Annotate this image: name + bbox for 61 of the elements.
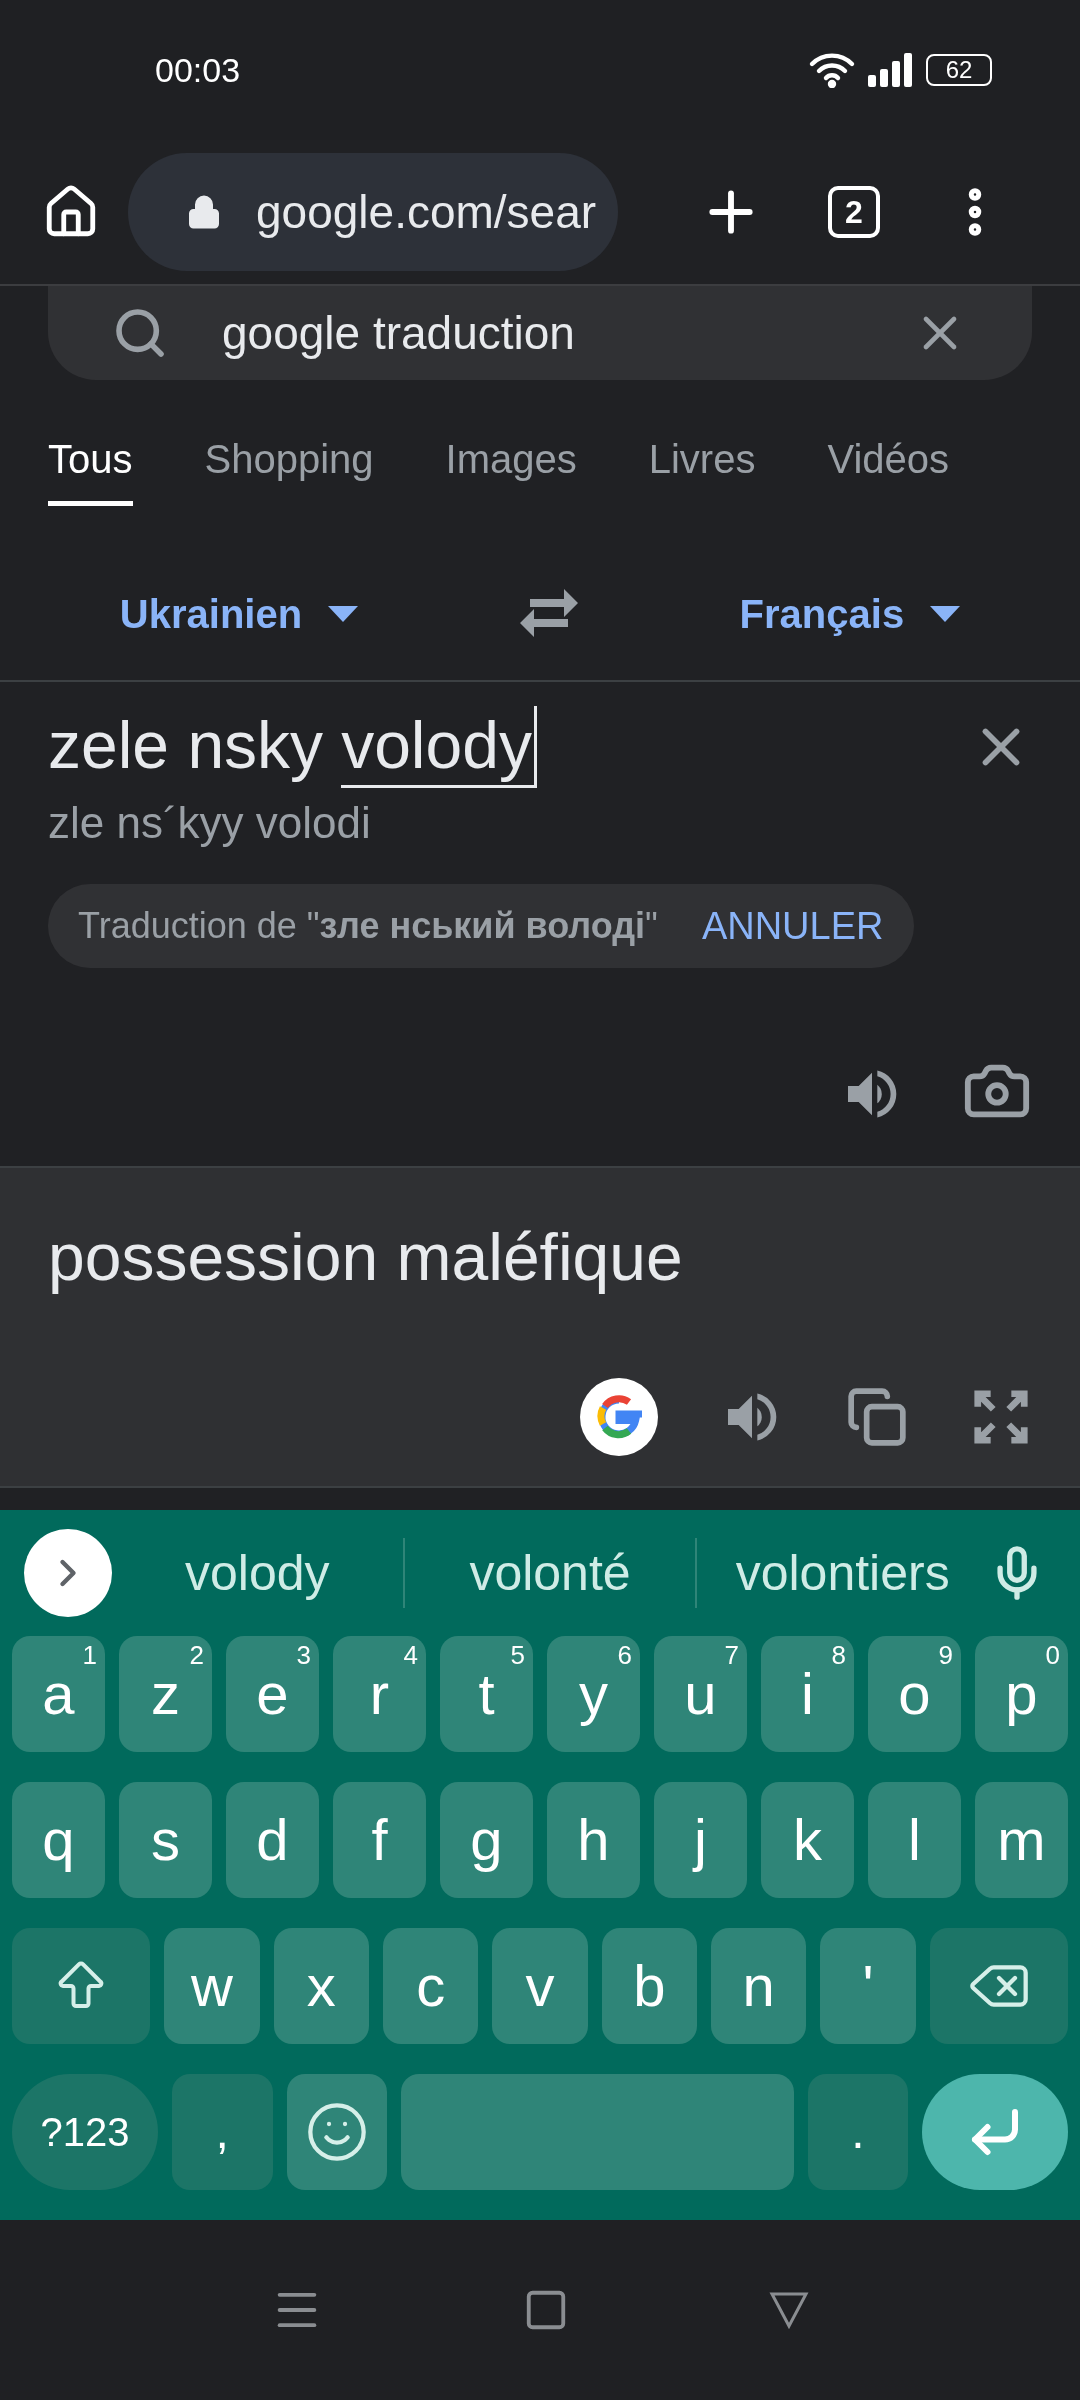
- search-tab[interactable]: Shopping: [204, 416, 374, 506]
- keyboard-key[interactable]: x: [273, 1928, 369, 2044]
- keyboard-key[interactable]: r 4: [333, 1636, 426, 1752]
- emoji-key[interactable]: [286, 2074, 388, 2190]
- keyboard-key[interactable]: m: [975, 1782, 1068, 1898]
- translated-text: possession maléfique: [48, 1219, 684, 1296]
- search-tab[interactable]: Images: [445, 416, 577, 506]
- signal-icon: [868, 53, 914, 87]
- detected-text: Traduction de "зле нський володі": [78, 904, 658, 949]
- search-tab[interactable]: Vidéos: [827, 416, 949, 506]
- back-icon[interactable]: [769, 2290, 809, 2330]
- status-time: 00:03: [155, 49, 241, 91]
- keyboard-key[interactable]: j: [654, 1782, 747, 1898]
- keyboard-key[interactable]: d: [226, 1782, 319, 1898]
- keyboard-key[interactable]: z 2: [119, 1636, 212, 1752]
- source-text-field[interactable]: zele nsky volody: [48, 706, 537, 789]
- battery-indicator: 62: [926, 54, 992, 86]
- tab-count-button[interactable]: 2: [828, 186, 880, 238]
- caret-icon: [328, 606, 359, 622]
- source-language-dropdown[interactable]: Ukrainien: [119, 584, 359, 644]
- transliteration-text: zle ns´kyy volodi: [48, 797, 372, 850]
- keyboard-key[interactable]: v: [492, 1928, 588, 2044]
- keyboard-key[interactable]: t 5: [440, 1636, 533, 1752]
- keyboard-key[interactable]: h: [547, 1782, 640, 1898]
- keyboard-key[interactable]: a 1: [12, 1636, 105, 1752]
- google-logo-icon[interactable]: [580, 1377, 658, 1456]
- keyboard-key[interactable]: u 7: [654, 1636, 747, 1752]
- keyboard-key[interactable]: g: [440, 1782, 533, 1898]
- backspace-key[interactable]: [929, 1928, 1069, 2044]
- keyboard-key[interactable]: n: [711, 1928, 807, 2044]
- keyboard-key[interactable]: y 6: [547, 1636, 640, 1752]
- symbols-key[interactable]: ?123: [12, 2074, 158, 2190]
- shift-key[interactable]: [12, 1928, 151, 2044]
- keyboard-key[interactable]: s: [119, 1782, 212, 1898]
- cancel-link[interactable]: ANNULER: [701, 897, 884, 955]
- keyboard-key[interactable]: b: [601, 1928, 698, 2044]
- keyboard-key[interactable]: q: [12, 1782, 105, 1898]
- keyboard-key[interactable]: e 3: [226, 1636, 319, 1752]
- target-language-dropdown[interactable]: Français: [739, 584, 961, 644]
- search-tab[interactable]: Livres: [648, 416, 756, 506]
- keyboard-key[interactable]: l: [868, 1782, 961, 1898]
- url-bar[interactable]: google.com/sear: [128, 153, 618, 271]
- suggestion-chip[interactable]: volontiers: [697, 1535, 988, 1611]
- keyboard-key[interactable]: w: [164, 1928, 260, 2044]
- keyboard-key[interactable]: ': [820, 1928, 916, 2044]
- keyboard-key[interactable]: ,: [171, 2074, 273, 2190]
- caret-icon: [930, 606, 961, 622]
- keyboard-key[interactable]: i 8: [761, 1636, 854, 1752]
- keyboard-key[interactable]: k: [761, 1782, 854, 1898]
- copy-icon[interactable]: [846, 1385, 908, 1448]
- suggestion-chip[interactable]: volonté: [404, 1535, 696, 1611]
- search-tab[interactable]: Tous: [48, 416, 133, 506]
- keyboard-key[interactable]: o 9: [868, 1636, 961, 1752]
- keyboard-key[interactable]: p 0: [975, 1636, 1068, 1752]
- suggestion-chip[interactable]: volody: [112, 1535, 403, 1611]
- keyboard-key[interactable]: .: [807, 2074, 909, 2190]
- keyboard-key[interactable]: c: [383, 1928, 479, 2044]
- search-field[interactable]: google traduction: [48, 286, 1032, 380]
- lock-icon: [186, 194, 222, 230]
- wifi-icon: [808, 52, 856, 88]
- keyboard-key[interactable]: f: [333, 1782, 426, 1898]
